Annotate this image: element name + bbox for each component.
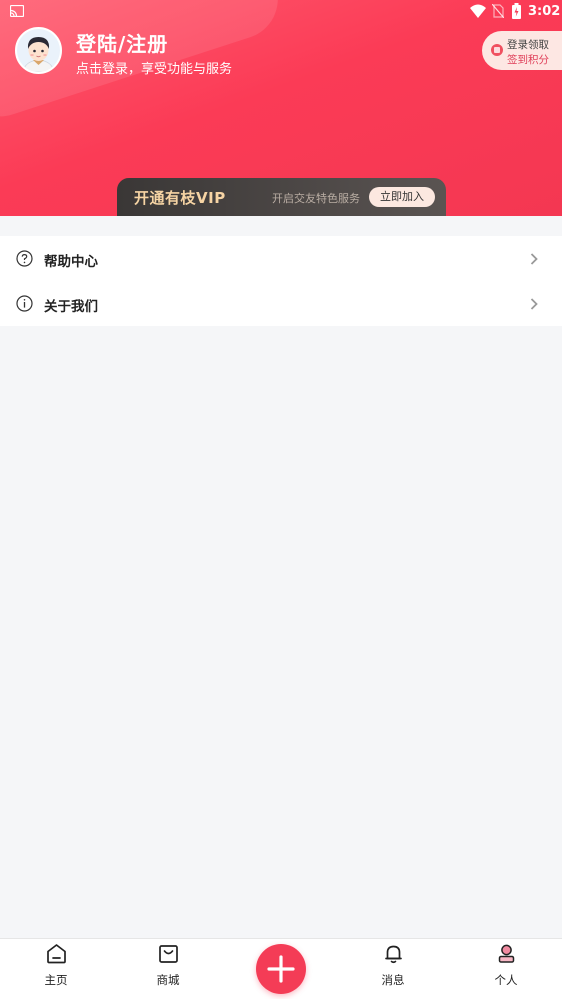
no-sim-icon [492, 4, 504, 18]
tab-messages[interactable]: 消息 [363, 939, 423, 999]
add-post-button[interactable] [256, 944, 306, 994]
login-subtitle[interactable]: 点击登录，享受功能与服务 [76, 58, 232, 77]
tab-label-home: 主页 [44, 973, 68, 987]
wifi-icon [470, 4, 486, 18]
vip-banner[interactable]: 开通有枝VIP 开启交友特色服务 立即加入 [117, 178, 446, 216]
chevron-right-icon [530, 298, 538, 310]
tab-label-mall: 商城 [156, 973, 180, 987]
vip-join-button[interactable]: 立即加入 [369, 187, 435, 207]
menu-item-about-us[interactable]: 关于我们 [0, 281, 562, 326]
menu-item-help-center[interactable]: 帮助中心 [0, 236, 562, 281]
menu-label-about-us: 关于我们 [44, 299, 98, 315]
tab-profile[interactable]: 个人 [476, 939, 536, 999]
info-circle-icon [16, 295, 33, 312]
battery-charging-icon [512, 3, 521, 19]
tab-mall[interactable]: 商城 [138, 939, 198, 999]
status-bar: 3:02 [0, 0, 562, 24]
bell-icon [385, 945, 402, 964]
points-line2: 签到积分 [507, 54, 549, 66]
cast-icon [10, 5, 24, 17]
question-circle-icon [16, 250, 33, 267]
home-icon [47, 944, 66, 964]
login-register-title[interactable]: 登陆/注册 [76, 28, 168, 57]
vip-description: 开启交友特色服务 [272, 192, 360, 205]
coin-icon [491, 44, 503, 56]
status-time: 3:02 [528, 4, 561, 19]
chevron-right-icon [530, 253, 538, 265]
tab-label-messages: 消息 [381, 973, 405, 987]
vip-title: 开通有枝VIP [134, 189, 226, 207]
menu-label-help-center: 帮助中心 [44, 254, 98, 270]
tab-label-profile: 个人 [494, 973, 518, 987]
plus-icon [267, 955, 295, 983]
user-profile-icon [498, 944, 515, 963]
settings-menu: 帮助中心 关于我们 [0, 236, 562, 326]
avatar-boy-icon [17, 29, 60, 72]
login-points-button[interactable]: 登录领取 签到积分 [482, 31, 562, 70]
tab-home[interactable]: 主页 [26, 939, 86, 999]
points-line1: 登录领取 [507, 39, 549, 51]
avatar[interactable] [15, 27, 62, 74]
profile-header: 3:02 登陆/注册 点击登录，享受功能与服务 登录领取 签到积分 开通有枝VI… [0, 0, 562, 216]
shopping-bag-icon [159, 945, 178, 963]
